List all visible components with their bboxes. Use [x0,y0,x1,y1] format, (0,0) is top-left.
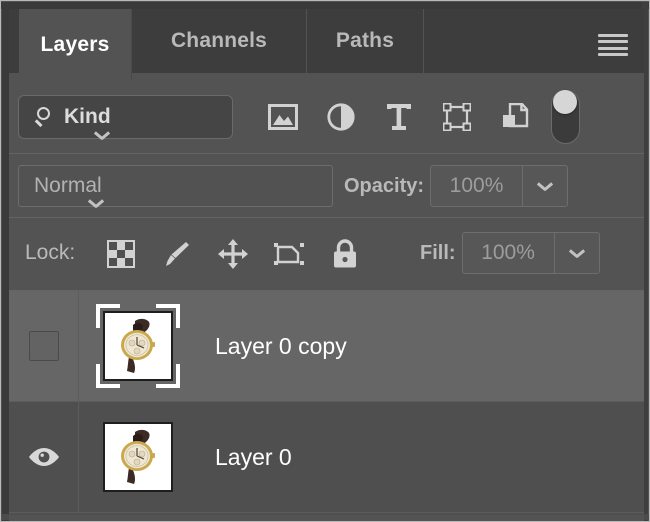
fill-control: Fill: 100% [420,232,600,274]
layers-panel-footer [9,515,644,522]
fill-field[interactable]: 100% [462,232,600,274]
wristwatch-thumbnail [103,422,173,492]
selection-bracket [156,304,180,328]
tab-layers[interactable]: Layers [19,9,132,81]
blend-mode-value: Normal [34,174,102,198]
layer-name[interactable]: Layer 0 copy [215,333,347,360]
hamburger-line [598,40,628,43]
panel-tab-strip: Layers Channels Paths [9,9,644,81]
chevron-down-icon [95,131,109,139]
filter-type-buttons [254,95,544,139]
filter-pixel-layers-icon[interactable] [254,95,312,139]
filter-type-layers-icon[interactable] [370,95,428,139]
panel-edge-top [1,2,650,9]
tab-channels[interactable]: Channels [132,9,307,73]
eye-icon [28,447,60,467]
chevron-down-icon [570,249,584,257]
lock-transparent-pixels-icon[interactable] [93,232,149,276]
table-row[interactable]: Layer 0 copy [9,291,644,402]
layer-thumbnail [99,418,177,496]
eye-off-icon [29,331,59,361]
layers-list: Layer 0 copy [9,291,644,515]
layer-visibility-toggle[interactable] [9,291,79,401]
lock-image-pixels-icon[interactable] [149,232,205,276]
hamburger-line [598,47,628,50]
fill-stepper-button[interactable] [555,233,599,273]
filter-kind-dropdown[interactable]: Kind [18,95,233,139]
layer-thumbnail-cell[interactable] [79,291,197,401]
lock-label: Lock: [25,241,75,265]
fill-value[interactable]: 100% [463,233,555,273]
panel-edge-left [2,2,9,522]
chevron-down-icon [89,199,103,207]
lock-row: Lock: [9,218,644,290]
opacity-value[interactable]: 100% [431,166,523,206]
lock-all-icon[interactable] [317,232,373,276]
blend-mode-row: Normal Opacity: 100% [9,154,644,217]
tab-layers-label: Layers [41,33,110,57]
layer-thumbnail-cell[interactable] [79,402,197,512]
layer-name[interactable]: Layer 0 [215,444,292,471]
filter-kind-label: Kind [64,105,111,129]
tab-paths[interactable]: Paths [307,9,424,73]
opacity-control: Opacity: 100% [344,165,568,207]
opacity-stepper-button[interactable] [523,166,567,206]
table-row[interactable]: Layer 0 [9,402,644,513]
filter-enable-toggle[interactable] [551,90,580,144]
panel-menu-icon[interactable] [598,34,628,56]
tab-channels-label: Channels [171,29,267,53]
layer-thumbnail-selected [99,307,177,385]
selection-bracket [96,304,120,328]
chevron-down-icon [538,182,552,190]
filter-smart-object-layers-icon[interactable] [486,95,544,139]
lock-position-icon[interactable] [205,232,261,276]
toggle-knob [553,90,577,114]
filter-shape-layers-icon[interactable] [428,95,486,139]
opacity-label: Opacity: [344,175,424,198]
layer-filter-row: Kind [9,81,644,153]
selection-bracket [96,364,120,388]
hamburger-line [598,53,628,56]
lock-buttons [93,232,373,276]
fill-label: Fill: [420,242,456,265]
photoshop-layers-panel: Layers Channels Paths Kind [0,0,650,522]
selection-bracket [156,364,180,388]
magnifier-icon [36,107,56,127]
opacity-field[interactable]: 100% [430,165,568,207]
layer-visibility-toggle[interactable] [9,402,79,512]
filter-adjustment-layers-icon[interactable] [312,95,370,139]
hamburger-line [598,34,628,37]
lock-artboard-nesting-icon[interactable] [261,232,317,276]
blend-mode-dropdown[interactable]: Normal [18,165,333,207]
tab-paths-label: Paths [336,29,394,53]
